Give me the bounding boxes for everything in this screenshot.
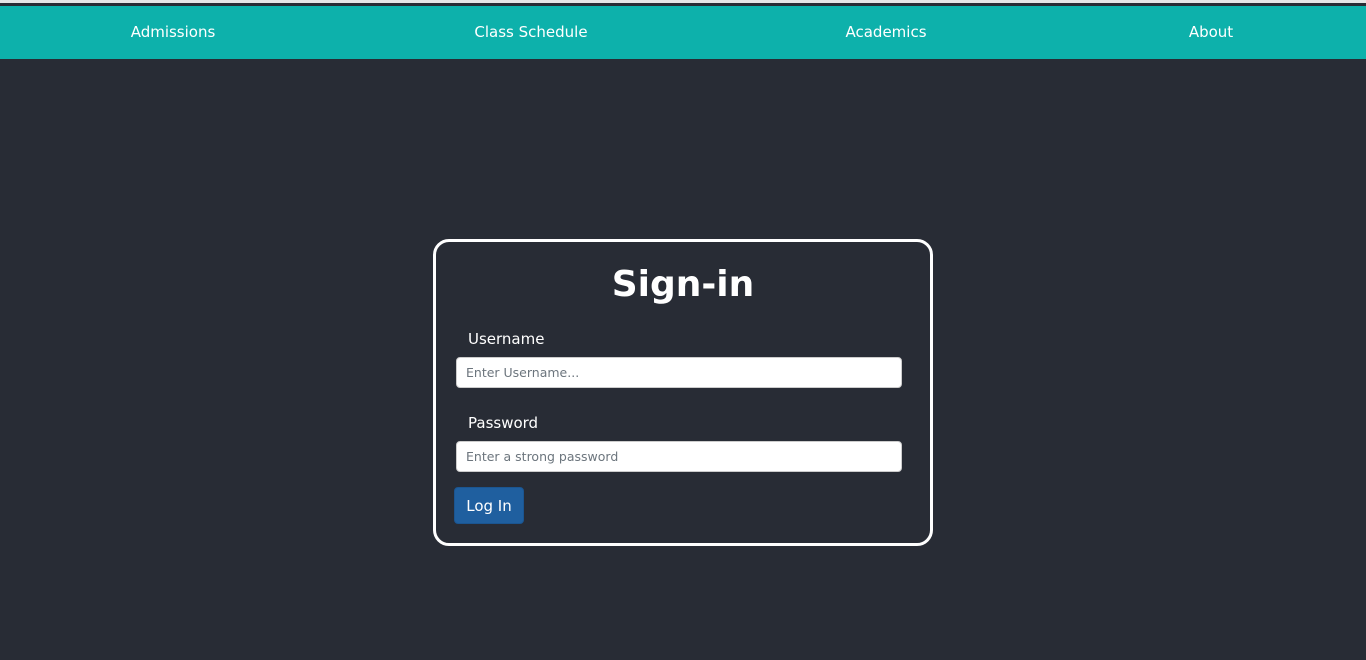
login-button[interactable]: Log In [454, 487, 524, 524]
nav-admissions[interactable]: Admissions [131, 6, 216, 59]
username-input[interactable] [456, 357, 902, 388]
password-input[interactable] [456, 441, 902, 472]
nav-class-schedule[interactable]: Class Schedule [474, 6, 587, 59]
username-label: Username [468, 330, 545, 348]
nav-academics[interactable]: Academics [845, 6, 926, 59]
password-label: Password [468, 414, 539, 432]
page-title: Sign-in [611, 264, 755, 305]
top-navbar: Admissions Class Schedule Academics Abou… [0, 6, 1366, 59]
nav-about[interactable]: About [1189, 6, 1233, 59]
signin-card: Sign-in Username Password Log In [433, 239, 933, 546]
